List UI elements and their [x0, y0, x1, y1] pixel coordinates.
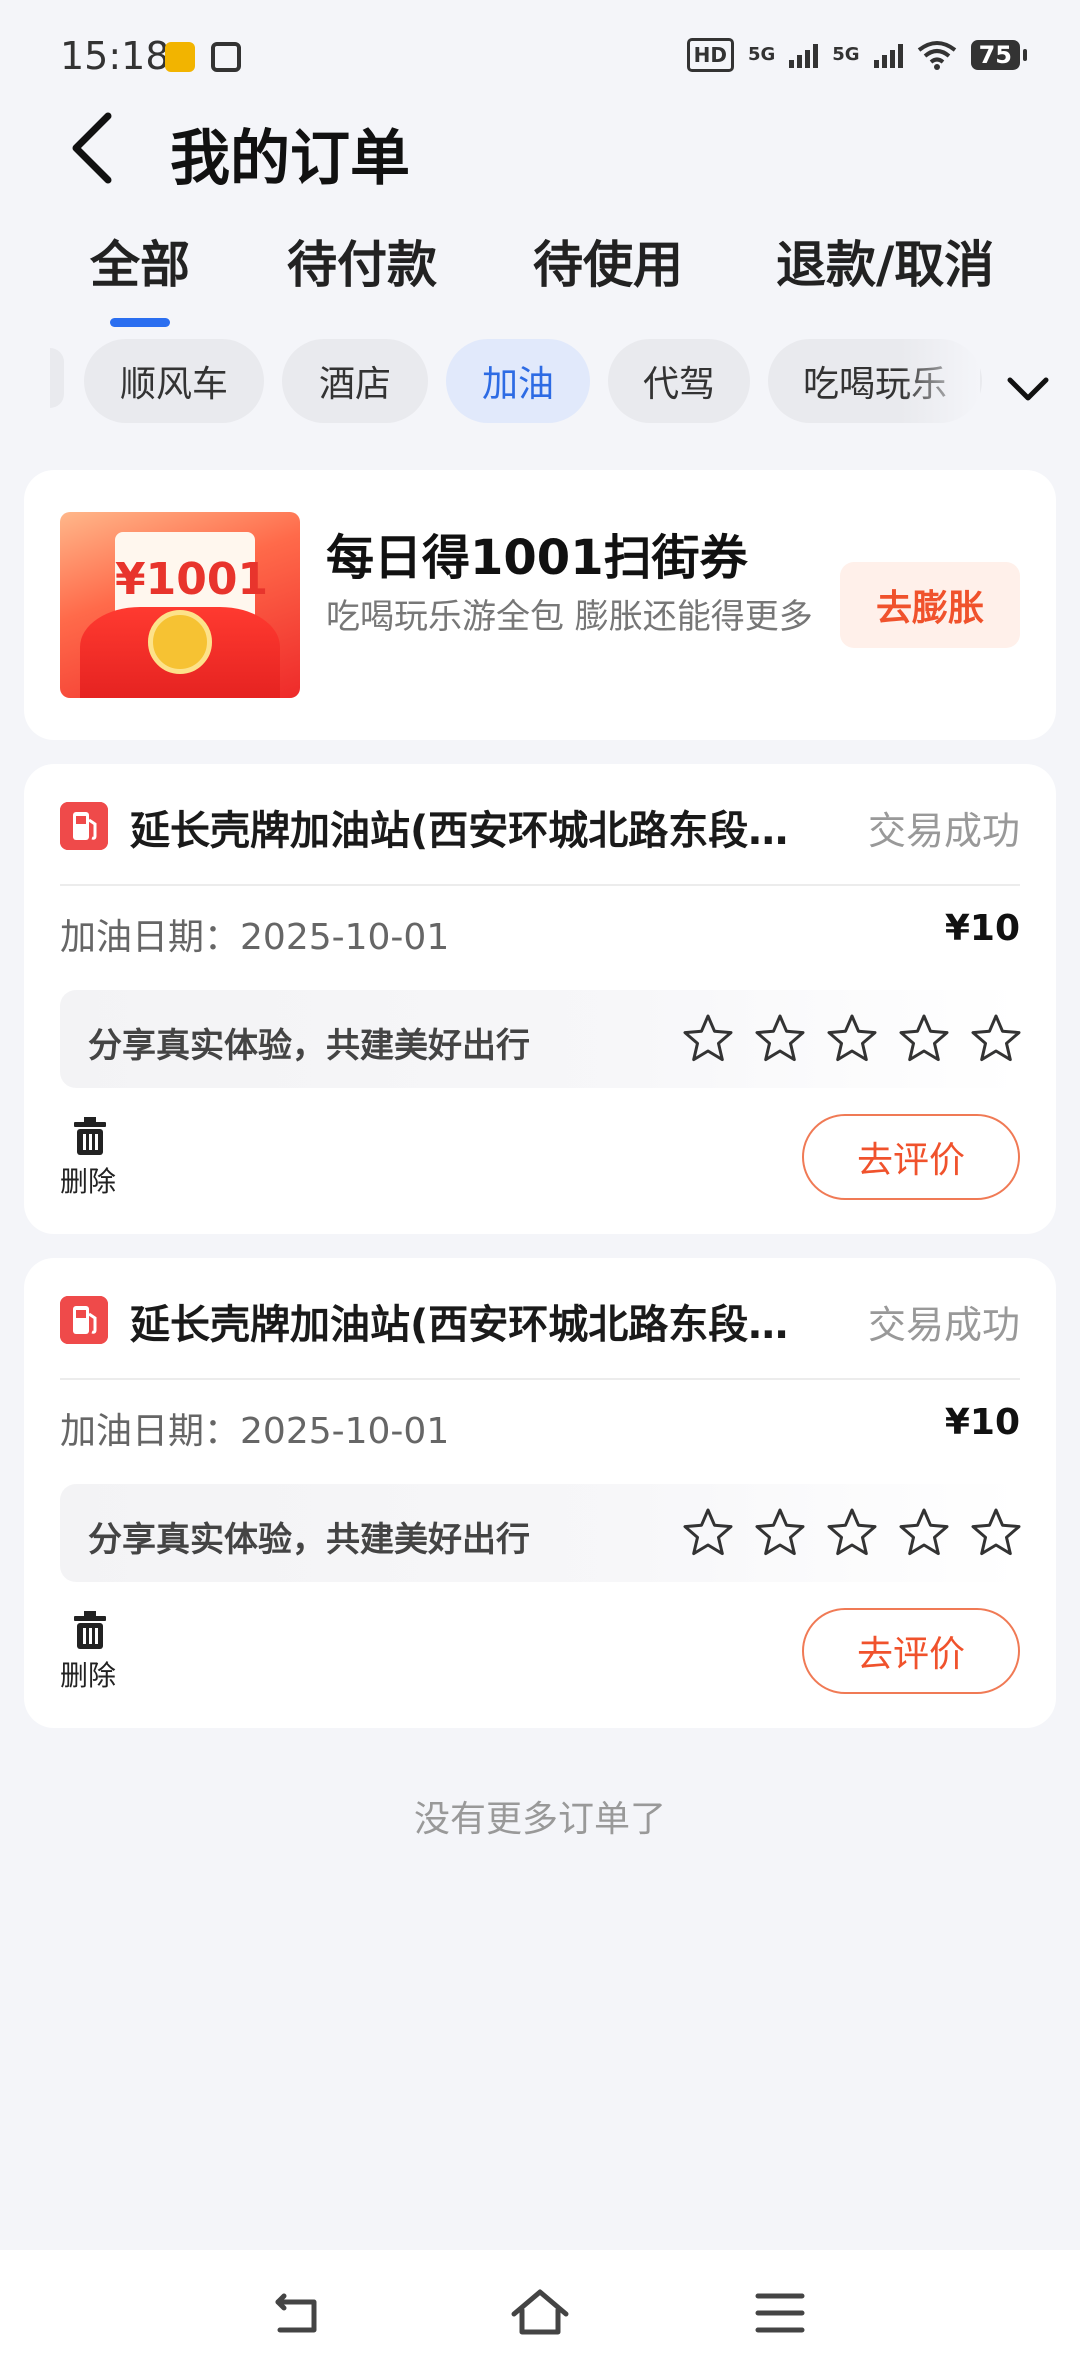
- tab-refund-cancel[interactable]: 退款/取消: [776, 225, 994, 297]
- star-rating: [682, 1012, 1022, 1064]
- chevron-down-icon[interactable]: [1000, 368, 1056, 408]
- divider: [60, 884, 1020, 886]
- chip-fuel[interactable]: 加油: [446, 339, 590, 423]
- review-prompt: 分享真实体验，共建美好出行: [88, 1026, 530, 1066]
- star-rating: [682, 1506, 1022, 1558]
- star-icon[interactable]: [682, 1012, 734, 1064]
- delete-button[interactable]: 删除: [60, 1610, 128, 1692]
- category-filter-bar: 顺风车 酒店 加油 代驾 吃喝玩乐: [0, 328, 1080, 438]
- order-date: 加油日期：2025-10-01: [60, 1411, 450, 1452]
- network-type-2: 5G: [832, 44, 860, 65]
- store-name: 延长壳牌加油站(西安环城北路东段…: [130, 808, 789, 854]
- header: 我的订单: [0, 100, 1080, 194]
- menu-icon[interactable]: [750, 2288, 810, 2338]
- signal-2-icon: [873, 42, 903, 68]
- chip-partial[interactable]: [50, 348, 64, 408]
- back-arrow-icon[interactable]: [270, 2288, 330, 2338]
- status-bar: 15:18 HD 5G 5G 75: [0, 0, 1080, 110]
- star-icon[interactable]: [754, 1012, 806, 1064]
- star-icon[interactable]: [970, 1012, 1022, 1064]
- status-time: 15:18: [60, 34, 170, 78]
- gas-station-icon: [60, 802, 108, 850]
- order-price: ¥10: [944, 1402, 1020, 1443]
- check-badge-icon: [148, 610, 212, 674]
- star-icon[interactable]: [754, 1506, 806, 1558]
- promo-coupon-image: ¥1001: [60, 512, 300, 698]
- chip-ride-share[interactable]: 顺风车: [84, 339, 264, 423]
- star-icon[interactable]: [970, 1506, 1022, 1558]
- chip-designated-driver[interactable]: 代驾: [608, 339, 750, 423]
- order-price: ¥10: [944, 908, 1020, 949]
- review-prompt-box: 分享真实体验，共建美好出行: [60, 1484, 1022, 1582]
- chevron-left-icon[interactable]: [60, 108, 130, 188]
- system-nav-bar: [0, 2250, 1080, 2376]
- delete-button[interactable]: 删除: [60, 1116, 128, 1198]
- review-prompt: 分享真实体验，共建美好出行: [88, 1520, 530, 1560]
- chip-hotel[interactable]: 酒店: [282, 339, 428, 423]
- review-button[interactable]: 去评价: [802, 1114, 1020, 1200]
- review-prompt-box: 分享真实体验，共建美好出行: [60, 990, 1022, 1088]
- app-notification-icon: [211, 42, 241, 72]
- review-button[interactable]: 去评价: [802, 1608, 1020, 1694]
- order-status: 交易成功: [867, 809, 1020, 853]
- tab-all[interactable]: 全部: [90, 225, 190, 297]
- signal-1-icon: [789, 42, 819, 68]
- home-icon[interactable]: [510, 2288, 570, 2338]
- gas-station-icon: [60, 1296, 108, 1344]
- store-name: 延长壳牌加油站(西安环城北路东段…: [130, 1302, 789, 1348]
- order-card[interactable]: 延长壳牌加油站(西安环城北路东段… 交易成功 加油日期：2025-10-01 ¥…: [24, 764, 1056, 1234]
- delete-label: 删除: [60, 1659, 117, 1692]
- weather-notification-icon: [165, 42, 195, 72]
- hd-voice-icon: HD: [686, 38, 734, 72]
- order-card[interactable]: 延长壳牌加油站(西安环城北路东段… 交易成功 加油日期：2025-10-01 ¥…: [24, 1258, 1056, 1728]
- battery-indicator: 75: [970, 40, 1028, 70]
- promo-image-value: ¥1001: [115, 554, 269, 605]
- order-date: 加油日期：2025-10-01: [60, 917, 450, 958]
- page-title: 我的订单: [170, 124, 410, 194]
- promo-title: 每日得1001扫街券: [326, 530, 748, 586]
- star-icon[interactable]: [826, 1012, 878, 1064]
- network-type-1: 5G: [747, 44, 776, 65]
- order-status: 交易成功: [867, 1303, 1020, 1347]
- no-more-orders-text: 没有更多订单了: [413, 1799, 666, 1840]
- star-icon[interactable]: [898, 1012, 950, 1064]
- delete-label: 删除: [60, 1165, 117, 1198]
- star-icon[interactable]: [826, 1506, 878, 1558]
- tab-pending-payment[interactable]: 待付款: [287, 225, 437, 297]
- divider: [60, 1378, 1020, 1380]
- promo-description: 吃喝玩乐游全包 膨胀还能得更多: [326, 597, 813, 637]
- trash-icon: [74, 1611, 106, 1649]
- tab-pending-use[interactable]: 待使用: [533, 225, 683, 297]
- promo-card[interactable]: ¥1001 每日得1001扫街券 吃喝玩乐游全包 膨胀还能得更多 去膨胀: [24, 470, 1056, 740]
- wifi-icon: [917, 41, 956, 70]
- star-icon[interactable]: [682, 1506, 734, 1558]
- order-tabs: 全部 待付款 待使用 退款/取消: [0, 225, 1080, 315]
- trash-icon: [74, 1117, 106, 1155]
- star-icon[interactable]: [898, 1506, 950, 1558]
- promo-expand-button[interactable]: 去膨胀: [840, 562, 1020, 648]
